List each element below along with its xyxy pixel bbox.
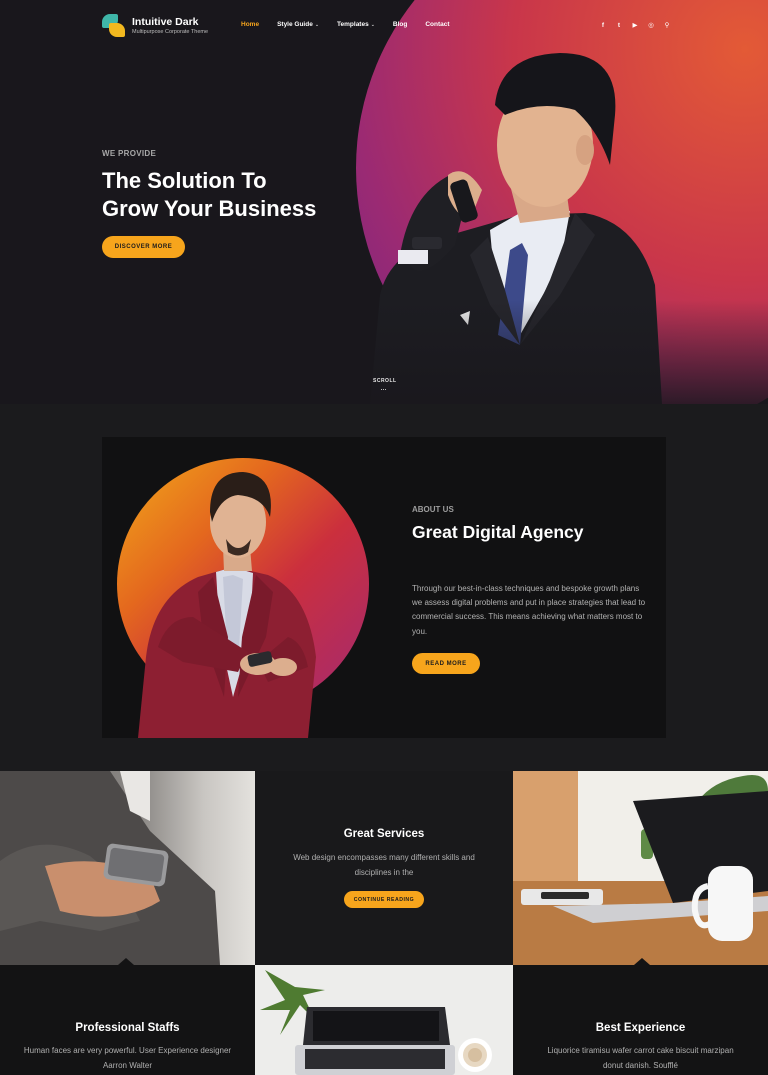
nav-item-home[interactable]: Home (241, 21, 259, 28)
logo-icon (102, 14, 126, 38)
services-title: Great Services (343, 828, 425, 840)
staffs-title: Professional Staffs (75, 1022, 180, 1034)
continue-reading-button[interactable]: CONTINUE READING (344, 891, 424, 908)
hero-section: Intuitive Dark Multipurpose Corporate Th… (0, 0, 768, 404)
social-links: f t ▶ ◎ ⚲ (598, 20, 678, 30)
discover-more-button[interactable]: DISCOVER MORE (102, 236, 185, 258)
experience-description: Liquorice tiramisu wafer carrot cake bis… (547, 1046, 734, 1070)
about-eyebrow: ABOUT US (412, 505, 454, 514)
chevron-down-icon: ⌄ (314, 22, 320, 28)
experience-title: Best Experience (595, 1022, 686, 1034)
services-card: Great Services Web design encompasses ma… (255, 771, 513, 965)
nav-item-templates[interactable]: Templates ⌄ (337, 21, 375, 28)
nav-item-contact[interactable]: Contact (425, 21, 449, 28)
hero-eyebrow: WE PROVIDE (102, 149, 157, 158)
scroll-indicator[interactable]: SCROLL (373, 378, 397, 384)
read-more-button[interactable]: READ MORE (412, 653, 480, 674)
main-nav: Home Style Guide ⌄ Templates ⌄ Blog Contac… (241, 21, 468, 28)
facebook-icon[interactable]: f (598, 20, 608, 30)
youtube-icon[interactable]: ▶ (630, 20, 640, 30)
about-description: Through our best-in-class techniques and… (412, 584, 646, 636)
about-section: ABOUT US Great Digital Agency Through ou… (102, 437, 666, 738)
dribbble-icon[interactable]: ◎ (646, 20, 656, 30)
about-title: Great Digital Agency (412, 522, 584, 542)
scroll-arrow-icon (381, 389, 386, 391)
nav-item-style-guide[interactable]: Style Guide ⌄ (277, 21, 319, 28)
brand-name: Intuitive Dark (132, 16, 199, 28)
staffs-description: Human faces are very powerful. User Expe… (23, 1046, 232, 1070)
laptop-desk-photo (513, 771, 768, 965)
services-description: Web design encompasses many different sk… (293, 853, 475, 877)
desk-laptop-photo (255, 965, 513, 1075)
nav-item-blog[interactable]: Blog (393, 21, 407, 28)
search-icon[interactable]: ⚲ (662, 20, 672, 30)
brand-tagline: Multipurpose Corporate Theme (132, 29, 209, 35)
experience-card: Best Experience Liquorice tiramisu wafer… (513, 965, 768, 1075)
phone-hand-photo (0, 771, 255, 965)
twitter-icon[interactable]: t (614, 20, 624, 30)
hero-title: The Solution To Grow Your Business (102, 168, 317, 221)
chevron-down-icon: ⌄ (370, 22, 375, 28)
about-man-photo (138, 472, 316, 738)
staffs-card: Professional Staffs Human faces are very… (0, 965, 255, 1075)
site-logo[interactable]: Intuitive Dark Multipurpose Corporate Th… (102, 14, 208, 38)
